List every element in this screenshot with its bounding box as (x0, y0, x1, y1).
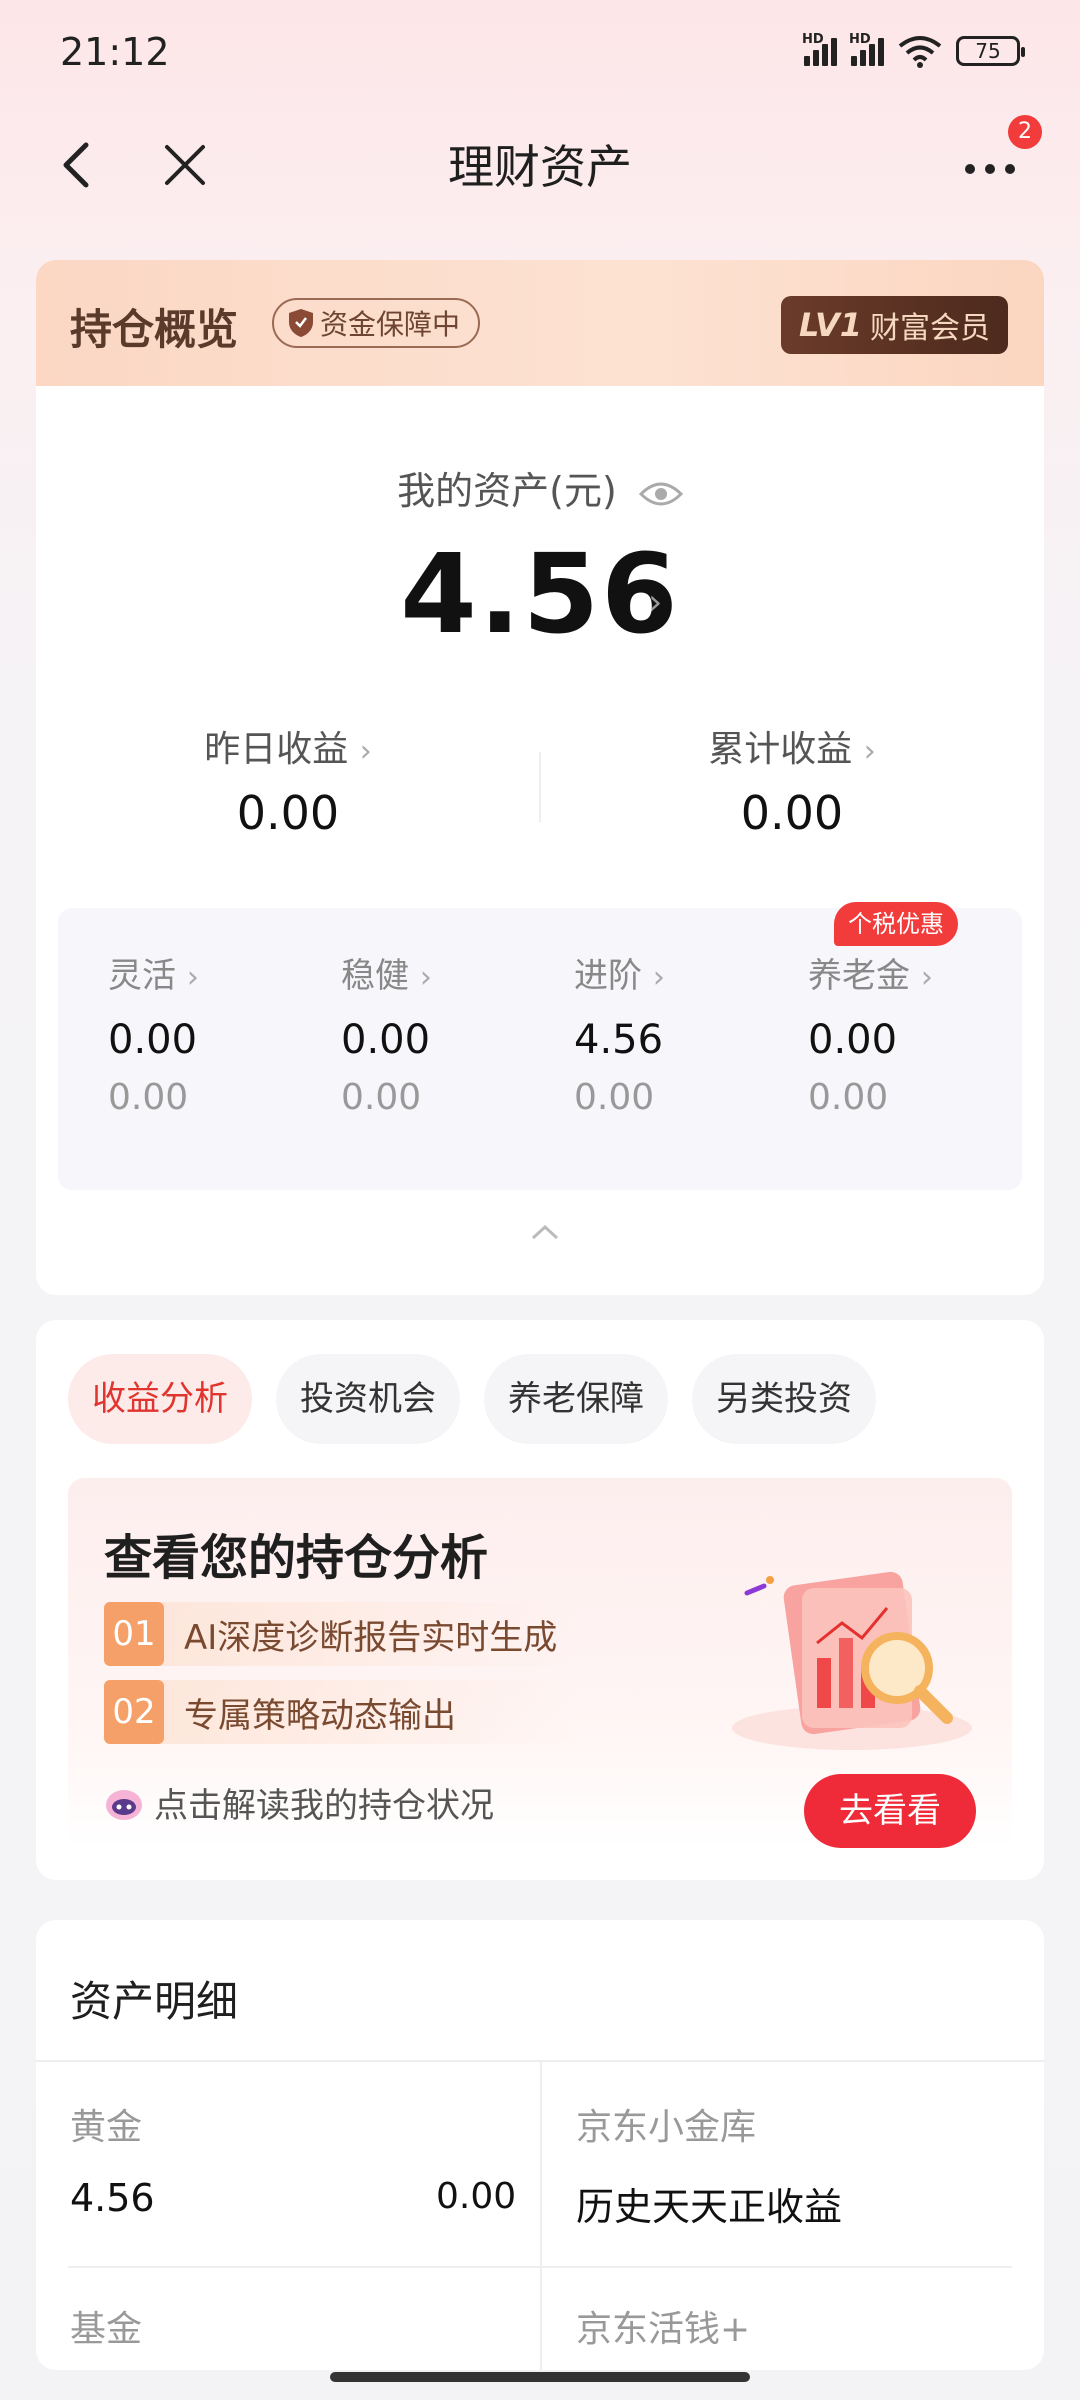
chevron-right-icon: › (359, 734, 372, 769)
chevron-right-icon: › (186, 960, 199, 995)
tab-investment-opportunities[interactable]: 投资机会 (276, 1354, 460, 1444)
member-level-tag: LV1 (798, 306, 862, 344)
total-earnings-value: 0.00 (740, 786, 844, 840)
tab-earnings-analysis[interactable]: 收益分析 (68, 1354, 252, 1444)
fund-guarantee-label: 资金保障中 (320, 308, 461, 341)
category-income: 0.00 (574, 1077, 655, 1118)
status-time: 21:12 (60, 30, 170, 74)
category-income: 0.00 (808, 1077, 889, 1118)
category-income: 0.00 (341, 1077, 422, 1118)
wifi-icon (898, 36, 942, 68)
signal-icon: HD (802, 32, 837, 66)
overview-title: 持仓概览 (70, 305, 239, 354)
category-amount: 0.00 (808, 1017, 898, 1063)
tab-alternative-investment[interactable]: 另类投资 (692, 1354, 876, 1444)
total-earnings[interactable]: 累计收益 › 0.00 (540, 720, 1044, 840)
chevron-right-icon: › (863, 734, 876, 769)
battery-icon: 75 (956, 36, 1025, 66)
category-advanced[interactable]: 进阶 › 4.56 0.00 (574, 948, 804, 1118)
tab-pension-security[interactable]: 养老保障 (484, 1354, 668, 1444)
category-amount: 4.56 (574, 1017, 664, 1063)
asset-detail-title: 资产明细 (70, 1977, 239, 2026)
total-earnings-label: 累计收益 (708, 729, 853, 770)
go-view-button[interactable]: 去看看 (804, 1774, 976, 1848)
shield-icon (289, 309, 313, 337)
status-icons: HD HD 75 (802, 32, 1025, 68)
chevron-right-icon: › (920, 960, 933, 995)
overview-header: 持仓概览 资金保障中 LV1 财富会员 (36, 260, 1044, 386)
member-level-text: 财富会员 (870, 311, 990, 346)
category-pension[interactable]: 养老金 › 0.00 0.00 (808, 948, 1038, 1118)
category-flexible[interactable]: 灵活 › 0.00 0.00 (108, 948, 338, 1118)
page-title: 理财资产 (448, 140, 632, 194)
asset-item-label: 京东活钱+ (576, 2309, 751, 2350)
promo-point: 02 专属策略动态输出 (104, 1680, 574, 1744)
yesterday-earnings[interactable]: 昨日收益 › 0.00 (36, 720, 540, 840)
asset-item-label: 基金 (70, 2309, 143, 2350)
promo-point: 01 AI深度诊断报告实时生成 (104, 1602, 574, 1666)
divider (540, 2060, 542, 2370)
asset-item-label: 黄金 (70, 2107, 143, 2148)
mascot-icon (106, 1789, 142, 1820)
my-assets-label: 我的资产(元) (36, 460, 1044, 515)
eye-icon[interactable] (638, 479, 683, 509)
asset-item-value: 4.56 (70, 2176, 155, 2220)
asset-item-label: 京东小金库 (576, 2107, 757, 2148)
report-magnifier-illustration (732, 1571, 972, 1750)
tax-benefit-badge: 个税优惠 (834, 902, 958, 946)
analysis-tabs: 收益分析 投资机会 养老保障 另类投资 (68, 1354, 876, 1444)
asset-item-value: 历史天天正收益 (576, 2185, 843, 2229)
notification-badge: 2 (1008, 115, 1042, 149)
chevron-right-icon[interactable]: › (648, 582, 662, 623)
divider (68, 2266, 1012, 2268)
my-assets-value[interactable]: 4.56 (36, 530, 1044, 658)
analysis-card: 收益分析 投资机会 养老保障 另类投资 查看您的持仓分析 01 AI深度诊断报告… (36, 1320, 1044, 1880)
status-bar: 21:12 HD HD 75 (0, 0, 1080, 110)
chevron-up-icon[interactable] (530, 1222, 560, 1242)
holdings-analysis-promo[interactable]: 查看您的持仓分析 01 AI深度诊断报告实时生成 02 专属策略动态输出 点击解… (68, 1478, 1012, 1848)
home-indicator[interactable] (330, 2372, 750, 2382)
category-stable[interactable]: 稳健 › 0.00 0.00 (341, 948, 571, 1118)
chevron-right-icon: › (652, 960, 665, 995)
category-amount: 0.00 (341, 1017, 431, 1063)
category-income: 0.00 (108, 1077, 189, 1118)
member-level-badge[interactable]: LV1 财富会员 (780, 296, 1008, 354)
category-breakdown: 个税优惠 灵活 › 0.00 0.00 稳健 › 0.00 0.00 进阶 › … (58, 902, 1022, 1190)
nav-bar: 理财资产 2 (0, 115, 1080, 215)
yesterday-earnings-value: 0.00 (236, 786, 340, 840)
category-amount: 0.00 (108, 1017, 198, 1063)
promo-footer-text: 点击解读我的持仓状况 (154, 1786, 494, 1826)
promo-title: 查看您的持仓分析 (104, 1530, 489, 1586)
yesterday-earnings-label: 昨日收益 (204, 729, 349, 770)
promo-footer: 点击解读我的持仓状况 (104, 1778, 494, 1827)
signal-icon: HD (849, 32, 884, 66)
chevron-right-icon: › (419, 960, 432, 995)
holdings-overview-card: 持仓概览 资金保障中 LV1 财富会员 我的资产(元) 4.56 › 昨日收益 … (36, 260, 1044, 1295)
fund-guarantee-badge[interactable]: 资金保障中 (272, 298, 481, 348)
asset-item-sub-value: 0.00 (436, 2176, 517, 2217)
asset-detail-card: 资产明细 黄金 4.56 0.00 京东小金库 历史天天正收益 基金 京东活钱+ (36, 1920, 1044, 2370)
